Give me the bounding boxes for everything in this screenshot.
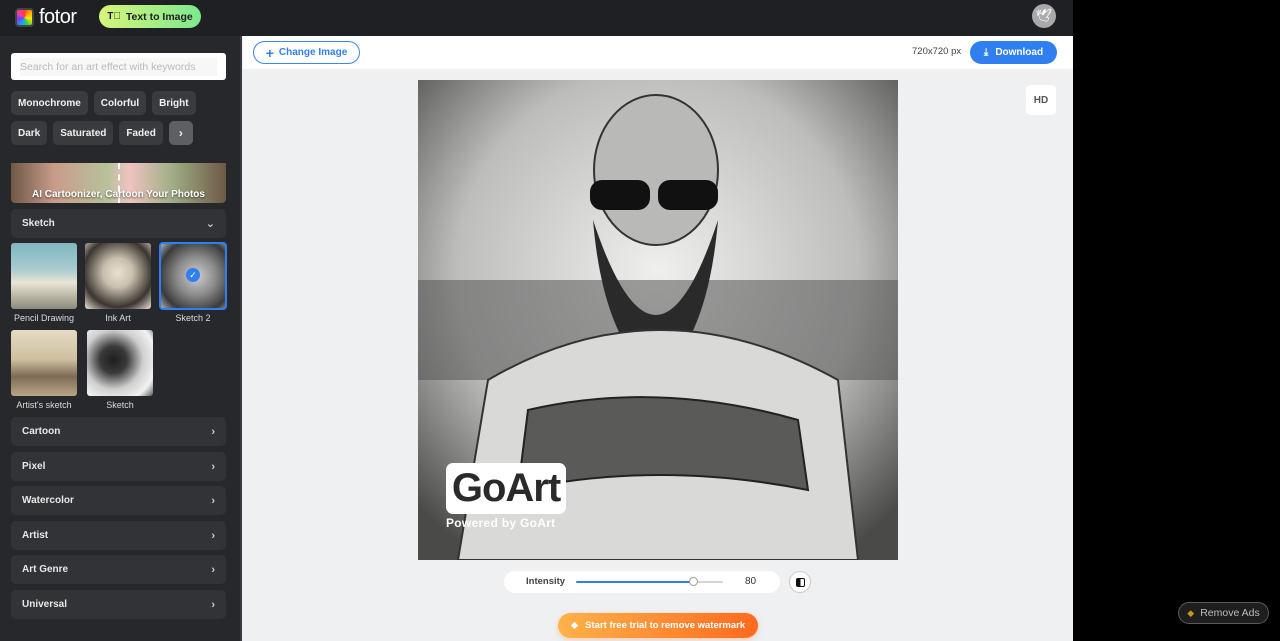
start-free-trial-button[interactable]: ◆ Start free trial to remove watermark — [558, 613, 758, 638]
chevron-right-icon: › — [211, 425, 215, 438]
diamond-icon: ◆ — [1187, 607, 1195, 618]
effect-sketch-2[interactable]: ✓ Sketch 2 — [159, 242, 227, 323]
intensity-slider-handle[interactable] — [688, 577, 698, 586]
logo-text: fotor — [39, 6, 77, 28]
section-label: Pixel — [22, 461, 46, 472]
chip-colorful[interactable]: Colorful — [93, 91, 147, 115]
head-shape — [593, 94, 719, 246]
remove-ads-button[interactable]: ◆ Remove Ads — [1178, 602, 1269, 624]
section-label: Watercolor — [22, 495, 74, 506]
chevron-right-icon: › — [178, 126, 183, 140]
app-window: fotor T⃞ Text to Image 🕊 Monochrome Colo… — [0, 0, 1073, 641]
effect-label: Sketch — [106, 400, 134, 410]
download-label: Download — [995, 47, 1044, 58]
search-input[interactable] — [20, 57, 217, 76]
effect-sketch[interactable]: Sketch — [87, 330, 153, 410]
text-to-image-label: Text to Image — [125, 10, 193, 23]
editor-toolbar: + Change Image 720x720 px ⤓ Download — [243, 36, 1073, 69]
intensity-slider-fill — [576, 581, 694, 583]
change-image-label: Change Image — [278, 47, 348, 58]
compare-icon — [795, 577, 805, 587]
effect-label: Sketch 2 — [175, 313, 211, 323]
image-dimensions: 720x720 px — [912, 46, 962, 57]
effect-label: Pencil Drawing — [13, 313, 75, 323]
section-universal[interactable]: Universal › — [11, 590, 226, 619]
effect-artists-sketch[interactable]: Artist's sketch — [11, 330, 77, 410]
chip-monochrome[interactable]: Monochrome — [11, 91, 88, 115]
bird-icon: 🕊 — [1035, 8, 1053, 23]
text-to-image-button[interactable]: T⃞ Text to Image — [99, 5, 201, 28]
intensity-slider[interactable] — [576, 577, 723, 586]
plus-icon: + — [265, 44, 274, 61]
chip-dark[interactable]: Dark — [11, 121, 48, 145]
effect-thumbnail — [11, 243, 77, 309]
effect-thumbnail — [85, 243, 151, 309]
download-button[interactable]: ⤓ Download — [970, 41, 1057, 64]
effect-thumbnail — [11, 330, 77, 396]
trial-label: Start free trial to remove watermark — [585, 620, 746, 631]
fotor-logo[interactable]: fotor — [15, 6, 77, 29]
fotor-logo-icon — [15, 8, 34, 27]
section-sketch[interactable]: Sketch ⌄ — [11, 209, 226, 238]
chip-faded[interactable]: Faded — [119, 121, 163, 145]
hd-button[interactable]: HD — [1026, 85, 1056, 115]
selected-check-icon: ✓ — [186, 268, 200, 282]
section-art-genre[interactable]: Art Genre › — [11, 555, 226, 584]
section-label: Cartoon — [22, 426, 61, 437]
watermark-logo: GoArt — [446, 463, 566, 514]
section-artist[interactable]: Artist › — [11, 521, 226, 550]
intensity-value: 80 — [745, 576, 757, 587]
download-icon: ⤓ — [983, 47, 989, 58]
intensity-label: Intensity — [526, 576, 566, 587]
chips-more-button[interactable]: › — [168, 121, 193, 145]
effect-label: Ink Art — [105, 313, 131, 323]
chip-saturated[interactable]: Saturated — [53, 121, 114, 145]
chevron-right-icon: › — [211, 460, 215, 473]
effect-label: Artist's sketch — [16, 400, 72, 410]
chevron-right-icon: › — [211, 494, 215, 507]
compare-button[interactable] — [789, 571, 811, 593]
section-label: Universal — [22, 599, 68, 610]
chip-bright[interactable]: Bright — [152, 91, 196, 115]
ai-cartoonizer-banner[interactable]: AI Cartoonizer, Cartoon Your Photos — [11, 163, 226, 203]
top-bar: fotor T⃞ Text to Image 🕊 — [0, 0, 1073, 36]
effect-pencil-drawing[interactable]: Pencil Drawing — [11, 243, 77, 323]
section-pixel[interactable]: Pixel › — [11, 452, 226, 481]
chevron-right-icon: › — [211, 563, 215, 576]
chevron-down-icon: ⌄ — [205, 218, 215, 230]
sunglasses-right — [658, 180, 718, 210]
search-box — [11, 53, 226, 80]
section-label: Sketch — [22, 218, 55, 229]
section-cartoon[interactable]: Cartoon › — [11, 417, 226, 446]
watermark-subtitle: Powered by GoArt — [446, 516, 556, 530]
change-image-button[interactable]: + Change Image — [253, 41, 360, 64]
effect-ink-art[interactable]: Ink Art — [85, 243, 151, 323]
section-watercolor[interactable]: Watercolor › — [11, 486, 226, 515]
section-label: Artist — [22, 530, 49, 541]
filter-chips: Monochrome Colorful Bright Dark Saturate… — [11, 91, 231, 151]
banner-text: AI Cartoonizer, Cartoon Your Photos — [32, 189, 205, 200]
effects-sidebar: Monochrome Colorful Bright Dark Saturate… — [0, 36, 242, 641]
section-label: Art Genre — [22, 564, 69, 575]
user-avatar[interactable]: 🕊 — [1032, 4, 1056, 28]
sunglasses-left — [590, 180, 650, 210]
chevron-right-icon: › — [211, 598, 215, 611]
effect-thumbnail: ✓ — [159, 242, 227, 310]
chevron-right-icon: › — [211, 529, 215, 542]
effect-thumbnail — [87, 330, 153, 396]
text-image-icon: T⃞ — [107, 11, 121, 22]
intensity-control: Intensity 80 — [504, 571, 780, 593]
image-canvas[interactable]: GoArt Powered by GoArt — [418, 80, 898, 560]
diamond-icon: ◆ — [570, 620, 579, 631]
remove-ads-label: Remove Ads — [1200, 607, 1260, 619]
